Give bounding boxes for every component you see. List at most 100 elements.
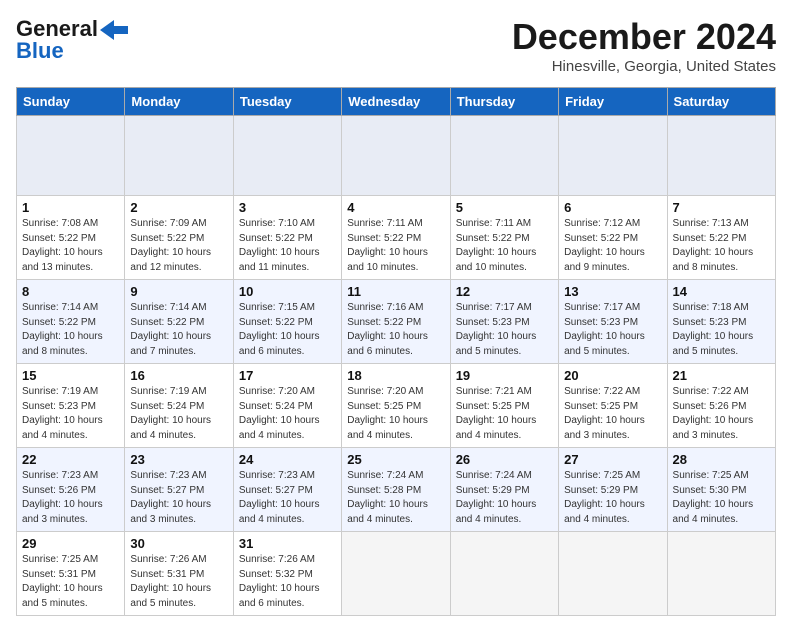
calendar-day-cell <box>17 116 125 196</box>
calendar-day-cell: 26 Sunrise: 7:24 AM Sunset: 5:29 PM Dayli… <box>450 448 558 532</box>
day-info: Sunrise: 7:13 AM Sunset: 5:22 PM Dayligh… <box>673 217 770 275</box>
calendar-week-row: 1Sunrise: 7:08 AM Sunset: 5:22 PM Daylig… <box>17 196 776 280</box>
calendar-day-cell: 2Sunrise: 7:09 AM Sunset: 5:22 PM Daylig… <box>125 196 233 280</box>
day-number: 13 <box>564 284 661 299</box>
day-number: 9 <box>130 284 227 299</box>
day-info: Sunrise: 7:25 AM Sunset: 5:31 PM Dayligh… <box>22 553 119 611</box>
calendar-day-cell: 22Sunrise: 7:23 AM Sunset: 5:26 PM Dayli… <box>17 448 125 532</box>
day-number: 30 <box>130 536 227 551</box>
day-info: Sunrise: 7:12 AM Sunset: 5:22 PM Dayligh… <box>564 217 661 275</box>
calendar-week-row: 15 Sunrise: 7:19 AM Sunset: 5:23 PM Dayli… <box>17 364 776 448</box>
calendar-day-cell: 20 Sunrise: 7:22 AM Sunset: 5:25 PM Dayli… <box>559 364 667 448</box>
location-text: Hinesville, Georgia, United States <box>512 58 776 75</box>
day-info: Sunrise: 7:16 AM Sunset: 5:22 PM Dayligh… <box>347 301 444 359</box>
day-info: Sunrise: 7:23 AM Sunset: 5:27 PM Dayligh… <box>130 469 227 527</box>
weekday-header: Wednesday <box>342 88 450 116</box>
calendar-day-cell: 11 Sunrise: 7:16 AM Sunset: 5:22 PM Dayli… <box>342 280 450 364</box>
logo-blue: Blue <box>16 38 64 64</box>
day-number: 11 <box>347 284 444 299</box>
day-info: Sunrise: 7:17 AM Sunset: 5:23 PM Dayligh… <box>456 301 553 359</box>
day-number: 25 <box>347 452 444 467</box>
calendar-day-cell: 5Sunrise: 7:11 AM Sunset: 5:22 PM Daylig… <box>450 196 558 280</box>
day-info: Sunrise: 7:22 AM Sunset: 5:25 PM Dayligh… <box>564 385 661 443</box>
calendar-day-cell: 28 Sunrise: 7:25 AM Sunset: 5:30 PM Dayli… <box>667 448 775 532</box>
weekday-header: Saturday <box>667 88 775 116</box>
day-number: 31 <box>239 536 336 551</box>
day-number: 20 <box>564 368 661 383</box>
day-info: Sunrise: 7:24 AM Sunset: 5:29 PM Dayligh… <box>456 469 553 527</box>
day-number: 23 <box>130 452 227 467</box>
day-number: 17 <box>239 368 336 383</box>
calendar-day-cell <box>559 116 667 196</box>
day-info: Sunrise: 7:26 AM Sunset: 5:31 PM Dayligh… <box>130 553 227 611</box>
calendar-day-cell <box>450 532 558 616</box>
day-number: 24 <box>239 452 336 467</box>
day-number: 28 <box>673 452 770 467</box>
day-number: 15 <box>22 368 119 383</box>
day-info: Sunrise: 7:18 AM Sunset: 5:23 PM Dayligh… <box>673 301 770 359</box>
calendar-day-cell: 23 Sunrise: 7:23 AM Sunset: 5:27 PM Dayli… <box>125 448 233 532</box>
day-number: 19 <box>456 368 553 383</box>
day-number: 4 <box>347 200 444 215</box>
calendar-day-cell: 10 Sunrise: 7:15 AM Sunset: 5:22 PM Dayli… <box>233 280 341 364</box>
calendar-day-cell: 31 Sunrise: 7:26 AM Sunset: 5:32 PM Dayli… <box>233 532 341 616</box>
day-number: 22 <box>22 452 119 467</box>
day-info: Sunrise: 7:23 AM Sunset: 5:27 PM Dayligh… <box>239 469 336 527</box>
calendar-day-cell: 29 Sunrise: 7:25 AM Sunset: 5:31 PM Dayli… <box>17 532 125 616</box>
calendar-day-cell <box>342 116 450 196</box>
calendar-day-cell <box>667 116 775 196</box>
day-info: Sunrise: 7:20 AM Sunset: 5:24 PM Dayligh… <box>239 385 336 443</box>
day-info: Sunrise: 7:11 AM Sunset: 5:22 PM Dayligh… <box>347 217 444 275</box>
calendar-week-row <box>17 116 776 196</box>
logo-arrow-icon <box>100 20 128 40</box>
day-info: Sunrise: 7:21 AM Sunset: 5:25 PM Dayligh… <box>456 385 553 443</box>
day-info: Sunrise: 7:19 AM Sunset: 5:24 PM Dayligh… <box>130 385 227 443</box>
calendar-day-cell: 17 Sunrise: 7:20 AM Sunset: 5:24 PM Dayli… <box>233 364 341 448</box>
calendar-day-cell <box>342 532 450 616</box>
calendar-day-cell: 15 Sunrise: 7:19 AM Sunset: 5:23 PM Dayli… <box>17 364 125 448</box>
calendar-day-cell: 14 Sunrise: 7:18 AM Sunset: 5:23 PM Dayli… <box>667 280 775 364</box>
day-number: 3 <box>239 200 336 215</box>
calendar-day-cell: 24 Sunrise: 7:23 AM Sunset: 5:27 PM Dayli… <box>233 448 341 532</box>
day-number: 1 <box>22 200 119 215</box>
day-info: Sunrise: 7:19 AM Sunset: 5:23 PM Dayligh… <box>22 385 119 443</box>
day-info: Sunrise: 7:14 AM Sunset: 5:22 PM Dayligh… <box>22 301 119 359</box>
day-info: Sunrise: 7:15 AM Sunset: 5:22 PM Dayligh… <box>239 301 336 359</box>
weekday-header: Sunday <box>17 88 125 116</box>
day-number: 6 <box>564 200 661 215</box>
day-info: Sunrise: 7:26 AM Sunset: 5:32 PM Dayligh… <box>239 553 336 611</box>
calendar-day-cell: 1Sunrise: 7:08 AM Sunset: 5:22 PM Daylig… <box>17 196 125 280</box>
title-block: December 2024 Hinesville, Georgia, Unite… <box>512 16 776 75</box>
calendar-day-cell <box>559 532 667 616</box>
calendar-header-row: SundayMondayTuesdayWednesdayThursdayFrid… <box>17 88 776 116</box>
day-info: Sunrise: 7:22 AM Sunset: 5:26 PM Dayligh… <box>673 385 770 443</box>
calendar-day-cell: 18Sunrise: 7:20 AM Sunset: 5:25 PM Dayli… <box>342 364 450 448</box>
day-number: 26 <box>456 452 553 467</box>
day-number: 27 <box>564 452 661 467</box>
day-number: 14 <box>673 284 770 299</box>
calendar-day-cell: 19 Sunrise: 7:21 AM Sunset: 5:25 PM Dayli… <box>450 364 558 448</box>
calendar-day-cell <box>233 116 341 196</box>
day-number: 29 <box>22 536 119 551</box>
calendar-week-row: 29 Sunrise: 7:25 AM Sunset: 5:31 PM Dayli… <box>17 532 776 616</box>
weekday-header: Monday <box>125 88 233 116</box>
day-info: Sunrise: 7:17 AM Sunset: 5:23 PM Dayligh… <box>564 301 661 359</box>
calendar-day-cell: 27 Sunrise: 7:25 AM Sunset: 5:29 PM Dayli… <box>559 448 667 532</box>
weekday-header: Friday <box>559 88 667 116</box>
calendar-day-cell: 7Sunrise: 7:13 AM Sunset: 5:22 PM Daylig… <box>667 196 775 280</box>
weekday-header: Tuesday <box>233 88 341 116</box>
day-number: 18 <box>347 368 444 383</box>
day-info: Sunrise: 7:25 AM Sunset: 5:29 PM Dayligh… <box>564 469 661 527</box>
day-info: Sunrise: 7:09 AM Sunset: 5:22 PM Dayligh… <box>130 217 227 275</box>
day-number: 10 <box>239 284 336 299</box>
calendar-day-cell <box>450 116 558 196</box>
day-number: 5 <box>456 200 553 215</box>
calendar-day-cell: 25 Sunrise: 7:24 AM Sunset: 5:28 PM Dayli… <box>342 448 450 532</box>
day-number: 12 <box>456 284 553 299</box>
calendar-day-cell: 3Sunrise: 7:10 AM Sunset: 5:22 PM Daylig… <box>233 196 341 280</box>
day-number: 8 <box>22 284 119 299</box>
calendar-day-cell: 12 Sunrise: 7:17 AM Sunset: 5:23 PM Dayli… <box>450 280 558 364</box>
calendar-day-cell: 6 Sunrise: 7:12 AM Sunset: 5:22 PM Daylig… <box>559 196 667 280</box>
day-info: Sunrise: 7:25 AM Sunset: 5:30 PM Dayligh… <box>673 469 770 527</box>
day-info: Sunrise: 7:24 AM Sunset: 5:28 PM Dayligh… <box>347 469 444 527</box>
